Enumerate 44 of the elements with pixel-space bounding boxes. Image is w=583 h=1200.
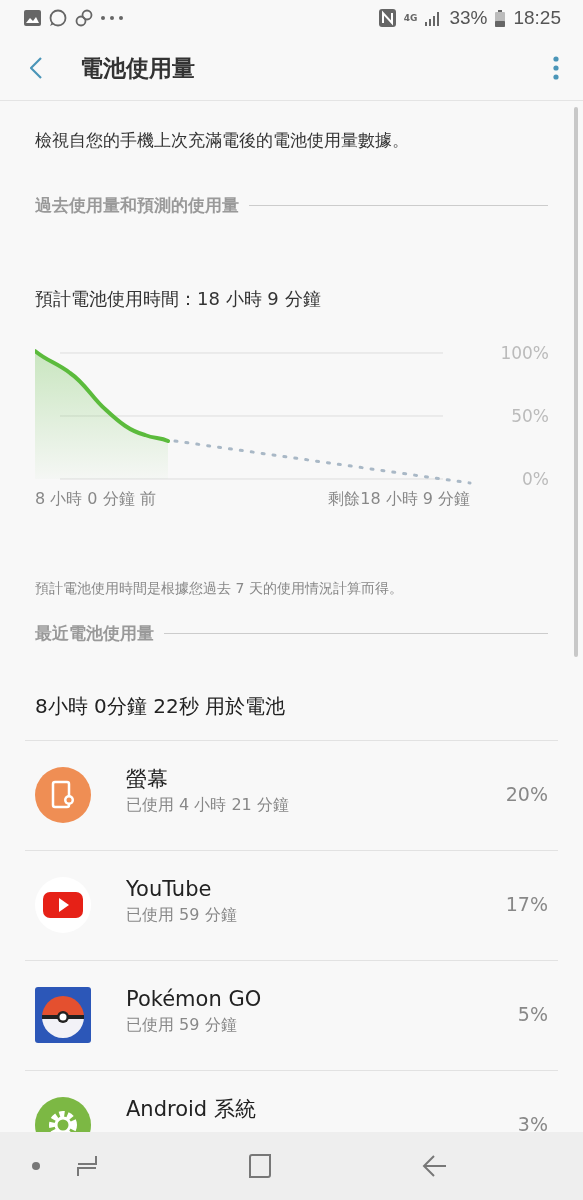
chart-start-label: 8 小時 0 分鐘 前 (35, 489, 156, 510)
signal-icon (425, 10, 442, 26)
link-circles-icon (75, 9, 93, 27)
estimated-time-text: 預計電池使用時間：18 小時 9 分鐘 (35, 287, 322, 311)
app-name: Android 系統 (126, 1097, 257, 1122)
app-usage-row[interactable]: YouTube 已使用 59 分鐘 17% (25, 850, 558, 960)
more-dots-icon (101, 16, 123, 20)
app-usage-row[interactable]: 螢幕 已使用 4 小時 21 分鐘 20% (25, 740, 558, 850)
usage-percent: 5% (517, 1003, 548, 1025)
nav-dot-icon (32, 1162, 40, 1170)
poke-ball-app-icon (35, 987, 91, 1043)
section-header: 最近電池使用量 (35, 622, 154, 645)
youtube-app-icon (35, 877, 91, 933)
more-options-icon (553, 56, 559, 80)
app-usage-row[interactable]: Pokémon GO 已使用 59 分鐘 5% (25, 960, 558, 1070)
screen-brightness-icon (35, 767, 91, 823)
battery-icon (495, 9, 506, 27)
axis-tick-label: 50% (511, 406, 549, 426)
app-name: YouTube (126, 877, 213, 902)
clock-time: 18:25 (513, 7, 561, 29)
section-header: 過去使用量和預測的使用量 (35, 194, 239, 217)
recent-apps-icon (74, 1154, 99, 1178)
home-square-icon (248, 1153, 273, 1179)
usage-time: 已使用 59 分鐘 (126, 1015, 238, 1037)
usage-percent: 3% (517, 1113, 548, 1132)
total-usage-text: 8小時 0分鐘 22秒 用於電池 (35, 693, 286, 720)
estimate-note: 預計電池使用時間是根據您過去 7 天的使用情況計算而得。 (35, 580, 404, 598)
app-name: 螢幕 (126, 767, 169, 792)
axis-tick-label: 100% (500, 343, 549, 363)
usage-percent: 17% (505, 893, 548, 915)
usage-percent: 20% (505, 783, 548, 805)
description-text: 檢視自您的手機上次充滿電後的電池使用量數據。 (35, 129, 410, 152)
axis-tick-label: 0% (522, 469, 549, 486)
app-name: Pokémon GO (126, 987, 263, 1012)
usage-time: 已使用 4 小時 21 分鐘 (126, 795, 290, 817)
battery-percent: 33% (449, 7, 488, 29)
chat-bubble-icon (49, 9, 67, 27)
page-title: 電池使用量 (80, 53, 196, 83)
nfc-icon (378, 9, 396, 27)
back-arrow-icon (422, 1154, 449, 1178)
chart-end-label: 剩餘18 小時 9 分鐘 (328, 489, 470, 510)
gallery-icon (24, 10, 41, 26)
usage-time: 已使用 59 分鐘 (126, 905, 238, 927)
network-type: 4G (403, 13, 418, 23)
